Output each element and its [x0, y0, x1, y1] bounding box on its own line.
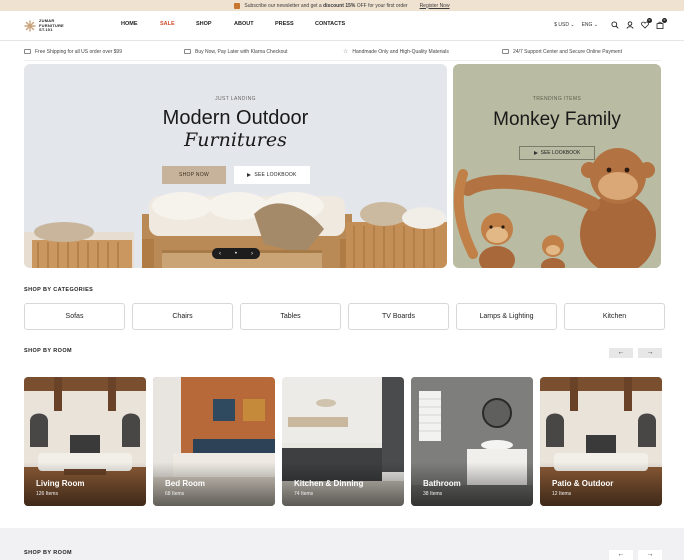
cart-button[interactable]: 0 [656, 18, 667, 29]
rooms-carousel: Living Room 126 Items Bed Room 68 Items [24, 377, 662, 506]
room-card-living-room[interactable]: Living Room 126 Items [24, 377, 146, 506]
nav-shop[interactable]: SHOP [196, 21, 234, 27]
category-sofas[interactable]: Sofas [24, 303, 125, 330]
rooms-carousel-arrows-2: ← → [609, 550, 662, 560]
feature-item: 24/7 Support Center and Secure Online Pa… [502, 49, 661, 55]
see-lookbook-button[interactable]: SEE LOOKBOOK [234, 166, 310, 184]
side-see-lookbook-button[interactable]: SEE LOOKBOOK [519, 146, 595, 160]
register-now-link[interactable]: Register Now [420, 3, 450, 9]
nav-contacts[interactable]: CONTACTS [315, 21, 345, 27]
room-name: Bathroom [423, 479, 461, 488]
room-count: 12 Items [552, 491, 572, 497]
nav-sale[interactable]: SALE [160, 21, 196, 27]
categories-title: SHOP BY CATEGORIES [24, 287, 94, 293]
wishlist-button[interactable]: 0 [641, 18, 652, 29]
side-banner: TRENDING ITEMS Monkey Family SEE LOOKBOO… [453, 64, 661, 268]
side-title: Monkey Family [493, 109, 621, 130]
category-chairs[interactable]: Chairs [132, 303, 233, 330]
room-card-kitchen-dinning[interactable]: Kitchen & Dinning 74 Items [282, 377, 404, 506]
nav-home[interactable]: HOME [121, 21, 160, 27]
play-icon [247, 173, 252, 177]
hero-title: Modern Outdoor [162, 107, 309, 129]
search-icon[interactable] [611, 21, 619, 29]
room-name: Living Room [36, 479, 85, 488]
rooms-prev-button-2[interactable]: ← [609, 550, 633, 560]
room-card-bathroom[interactable]: Bathroom 38 Items [411, 377, 533, 506]
rooms-carousel-arrows: ← → [609, 348, 662, 358]
room-name: Patio & Outdoor [552, 479, 614, 488]
support-icon [502, 49, 509, 54]
cart-count-badge: 0 [662, 18, 667, 23]
category-kitchen[interactable]: Kitchen [564, 303, 665, 330]
announcement-bar: Subscribe our newsletter and get a disco… [0, 0, 684, 11]
rooms-prev-button[interactable]: ← [609, 348, 633, 358]
play-icon [533, 151, 538, 155]
slider-next-button[interactable]: › [251, 251, 253, 257]
site-header: ZUMAR FURNITURE ST.101 HOME SALE SHOP ABOU… [0, 11, 684, 41]
category-tables[interactable]: Tables [240, 303, 341, 330]
rooms-title: SHOP BY ROOM [24, 348, 72, 354]
room-count: 38 Items [423, 491, 443, 497]
room-card-bed-room[interactable]: Bed Room 68 Items [153, 377, 275, 506]
room-card-patio-outdoor[interactable]: Patio & Outdoor 12 Items [540, 377, 662, 506]
logo-text: ZUMAR FURNITURE ST.101 [39, 18, 64, 32]
rooms-title-2: SHOP BY ROOM [24, 550, 72, 556]
side-eyebrow: TRENDING ITEMS [532, 96, 582, 102]
rooms-next-button-2[interactable]: → [638, 550, 662, 560]
slider-dot-icon[interactable]: • [235, 251, 237, 257]
feature-item: Buy Now, Pay Later with Klarna Checkout [184, 49, 343, 55]
room-count: 74 Items [294, 491, 314, 497]
nav-press[interactable]: PRESS [275, 21, 315, 27]
user-icon[interactable] [626, 21, 634, 29]
slider-controls: ‹ • › [212, 248, 260, 259]
header-actions: $ USD ⌄ ENG ⌄ 0 0 [554, 18, 667, 29]
category-tv-boards[interactable]: TV Boards [348, 303, 449, 330]
main-nav: HOME SALE SHOP ABOUT PRESS CONTACTS [121, 21, 345, 27]
gift-icon [234, 2, 241, 9]
room-name: Bed Room [165, 479, 205, 488]
wishlist-count-badge: 0 [647, 18, 652, 23]
divider [24, 60, 661, 61]
slider-prev-button[interactable]: ‹ [219, 251, 221, 257]
features-strip: Free Shipping for all US order over $99 … [24, 46, 661, 57]
star-icon: ☆ [343, 49, 349, 55]
category-lamps-lighting[interactable]: Lamps & Lighting [456, 303, 557, 330]
room-count: 68 Items [165, 491, 185, 497]
shop-now-button[interactable]: SHOP NOW [162, 166, 226, 184]
bottom-section: SHOP BY ROOM ← → [0, 528, 684, 560]
truck-icon [24, 49, 31, 54]
room-count: 126 Items [36, 491, 58, 497]
room-name: Kitchen & Dinning [294, 479, 364, 488]
currency-selector[interactable]: $ USD ⌄ [554, 22, 574, 28]
language-selector[interactable]: ENG ⌄ [582, 22, 598, 28]
feature-item: Free Shipping for all US order over $99 [24, 49, 184, 55]
logo[interactable]: ZUMAR FURNITURE ST.101 [24, 18, 69, 33]
hero-eyebrow: JUST LANDING [215, 96, 256, 102]
feature-item: ☆ Handmade Only and High-Quality Material… [343, 48, 449, 56]
hero-subtitle: Furnitures [184, 129, 287, 151]
rooms-next-button[interactable]: → [638, 348, 662, 358]
card-icon [184, 49, 191, 54]
hero-banner: JUST LANDING Modern Outdoor Furnitures S… [24, 64, 447, 268]
categories-list: Sofas Chairs Tables TV Boards Lamps & Li… [24, 303, 665, 330]
logo-mark-icon [24, 20, 36, 32]
announcement-text: Subscribe our newsletter and get a disco… [244, 2, 408, 9]
monkey-family-image [453, 148, 656, 268]
nav-about[interactable]: ABOUT [234, 21, 275, 27]
